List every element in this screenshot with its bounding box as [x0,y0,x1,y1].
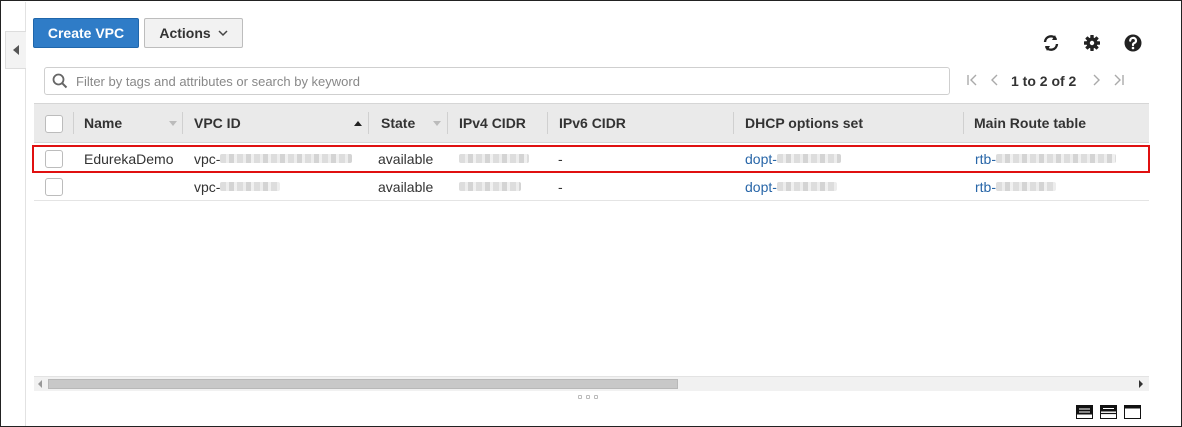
search-icon [52,73,68,89]
sort-icon[interactable] [433,104,441,142]
redacted-text [459,182,521,191]
search-filter-box[interactable] [44,67,950,95]
grip-dot [578,395,582,399]
last-page-icon[interactable] [1108,73,1130,90]
scrollbar-thumb[interactable] [48,379,678,389]
pagination: 1 to 2 of 2 [961,67,1130,95]
chevron-left-icon [13,45,19,55]
actions-label: Actions [159,25,211,41]
column-divider [733,112,734,134]
dhcp-options-link[interactable]: dopt- [745,145,841,172]
table-header: Name VPC ID State IPv4 CIDR IPv6 CIDR DH… [34,103,1149,143]
vpc-state: available [378,150,434,167]
column-divider [547,112,548,134]
pagination-count: 1 to 2 of 2 [1011,73,1077,89]
route-table-link[interactable]: rtb- [975,173,1056,200]
vpc-id-prefix: vpc- [194,150,221,167]
ipv6-cidr: - [558,150,563,167]
redacted-text [776,182,837,191]
vpc-id: vpc- [194,145,353,172]
select-all-checkbox[interactable] [45,115,63,133]
redacted-text [220,154,353,163]
grip-dot [586,395,590,399]
column-divider [368,112,369,134]
table-row[interactable]: vpc- available - dopt- rtb- [34,173,1149,201]
redacted-text [220,182,281,191]
sort-icon[interactable] [169,104,177,142]
redacted-text [996,154,1116,163]
route-table-prefix[interactable]: rtb- [975,179,996,195]
table-row[interactable]: EdurekaDemo vpc- available - dopt- rtb- [34,145,1149,173]
search-input[interactable] [74,72,938,90]
scroll-right-icon[interactable] [1139,380,1143,388]
vpc-name: EdurekaDemo [84,150,174,167]
vpc-console-panel: Create VPC Actions Filter by tags and at… [0,0,1182,427]
column-divider [182,112,183,134]
column-header-name[interactable]: Name [84,104,122,142]
column-divider [963,112,964,134]
vpc-table: Name VPC ID State IPv4 CIDR IPv6 CIDR DH… [34,103,1149,373]
column-header-main-route-table[interactable]: Main Route table [974,104,1086,142]
ipv4-cidr [459,145,529,172]
vpc-state: available [378,178,434,195]
route-table-prefix[interactable]: rtb- [975,151,996,167]
column-divider [447,112,448,134]
next-page-icon[interactable] [1086,73,1108,90]
layout-details-only-icon[interactable] [1124,405,1141,419]
row-checkbox[interactable] [45,178,63,196]
first-page-icon[interactable] [961,73,983,90]
column-header-ipv6-cidr[interactable]: IPv6 CIDR [559,104,626,142]
collapse-panel-button[interactable] [5,31,26,69]
redacted-text [776,154,841,163]
actions-dropdown-button[interactable]: Actions [144,18,243,48]
column-header-vpc-id[interactable]: VPC ID [194,104,241,142]
panel-resize-handle[interactable] [578,395,598,399]
scroll-left-icon[interactable] [38,380,42,388]
help-icon[interactable] [1123,33,1143,53]
column-header-dhcp-options-set[interactable]: DHCP options set [745,104,863,142]
prev-page-icon[interactable] [983,73,1005,90]
redacted-text [459,154,529,163]
sort-ascending-icon[interactable] [354,104,362,142]
route-table-link[interactable]: rtb- [975,145,1116,172]
refresh-icon[interactable] [1041,33,1061,53]
gear-icon[interactable] [1082,33,1102,53]
column-header-state[interactable]: State [381,104,415,142]
dhcp-options-prefix[interactable]: dopt- [745,179,777,195]
vpc-id-prefix: vpc- [194,178,221,195]
ipv6-cidr: - [558,178,563,195]
column-divider [73,112,74,134]
redacted-text [996,182,1056,191]
row-checkbox[interactable] [45,150,63,168]
create-vpc-button[interactable]: Create VPC [33,18,139,48]
ipv4-cidr [459,173,521,200]
dhcp-options-prefix[interactable]: dopt- [745,151,777,167]
layout-split-icon[interactable] [1100,405,1117,419]
grip-dot [594,395,598,399]
layout-toggle-group [1076,405,1141,419]
vpc-id: vpc- [194,173,281,200]
chevron-down-icon [218,29,228,36]
dhcp-options-link[interactable]: dopt- [745,173,837,200]
horizontal-scrollbar[interactable] [34,376,1149,391]
column-header-ipv4-cidr[interactable]: IPv4 CIDR [459,104,526,142]
layout-list-only-icon[interactable] [1076,405,1093,419]
toolbar-icons [1041,33,1143,53]
